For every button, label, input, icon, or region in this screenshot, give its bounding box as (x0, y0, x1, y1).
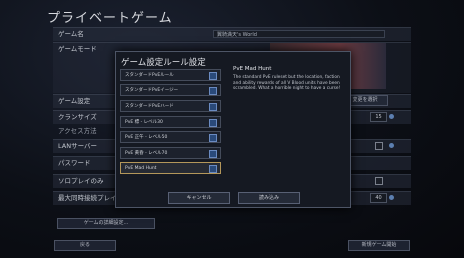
ruleset-icon (209, 119, 217, 127)
ruleset-option[interactable]: PvE 黄昏 - レベル70 (120, 147, 221, 159)
advanced-settings-button[interactable]: ゲームの詳細設定... (57, 218, 155, 229)
ruleset-icon (209, 165, 217, 173)
ruleset-icon (209, 87, 217, 95)
row-label: LANサーバー (58, 142, 98, 150)
start-game-button[interactable]: 新規ゲーム開始 (348, 240, 410, 251)
page-title: プライベートゲーム (47, 11, 173, 26)
help-icon[interactable] (389, 143, 394, 148)
ruleset-option[interactable]: スタンダードPvEルール (120, 69, 221, 81)
solo-checkbox[interactable] (375, 177, 383, 185)
option-label: PvE 標 - レベル30 (125, 120, 163, 125)
row-label: ゲーム設定 (58, 97, 91, 105)
option-label: スタンダードPvEルール (125, 73, 174, 78)
back-button[interactable]: 戻る (54, 240, 116, 251)
load-button[interactable]: 読み込み (238, 192, 300, 204)
option-label: PvE Mad Hunt (125, 166, 157, 171)
option-label: スタンダードPvEイージー (125, 88, 179, 93)
option-label: PvE 黄昏 - レベル70 (125, 151, 168, 156)
ruleset-option[interactable]: PvE 正午 - レベル50 (120, 131, 221, 143)
help-icon[interactable] (389, 114, 394, 119)
row-label: パスワード (58, 159, 91, 167)
lan-checkbox[interactable] (375, 142, 383, 150)
option-label: PvE 正午 - レベル50 (125, 135, 168, 140)
row-label: ゲーム名 (58, 30, 84, 38)
row-label: ゲームモード (58, 45, 97, 53)
ruleset-icon (209, 150, 217, 158)
ruleset-option[interactable]: スタンダードPvEハード (120, 100, 221, 112)
max-players-field[interactable]: 40 (370, 193, 387, 203)
ruleset-option[interactable]: PvE 標 - レベル30 (120, 116, 221, 128)
clan-size-field[interactable]: 15 (370, 112, 387, 122)
option-label: スタンダードPvEハード (125, 104, 174, 109)
game-name-input[interactable]: 翼騎満天's World (213, 30, 385, 38)
row-game-name: ゲーム名 翼騎満天's World (53, 27, 411, 41)
ruleset-icon (209, 103, 217, 111)
ruleset-dialog: ゲーム設定ルール設定 スタンダードPvEルール スタンダードPvEイージー スタ… (115, 51, 351, 208)
row-label: クランサイズ (58, 113, 97, 121)
detail-title: PvE Mad Hunt (233, 66, 272, 72)
cancel-button[interactable]: キャンセル (168, 192, 230, 204)
ruleset-option[interactable]: スタンダードPvEイージー (120, 84, 221, 96)
row-label: ソロプレイのみ (58, 177, 104, 185)
ruleset-detail: PvE Mad Hunt The standard PvE ruleset bu… (233, 66, 343, 91)
ruleset-icon (209, 72, 217, 80)
help-icon[interactable] (389, 195, 394, 200)
ruleset-option-selected[interactable]: PvE Mad Hunt (120, 162, 221, 174)
section-label: アクセス方法 (58, 127, 97, 135)
dialog-title: ゲーム設定ルール設定 (121, 58, 206, 68)
row-label: 最大同時接続プレイヤ (58, 194, 123, 202)
ruleset-icon (209, 134, 217, 142)
detail-description: The standard PvE ruleset but the locatio… (233, 75, 341, 91)
